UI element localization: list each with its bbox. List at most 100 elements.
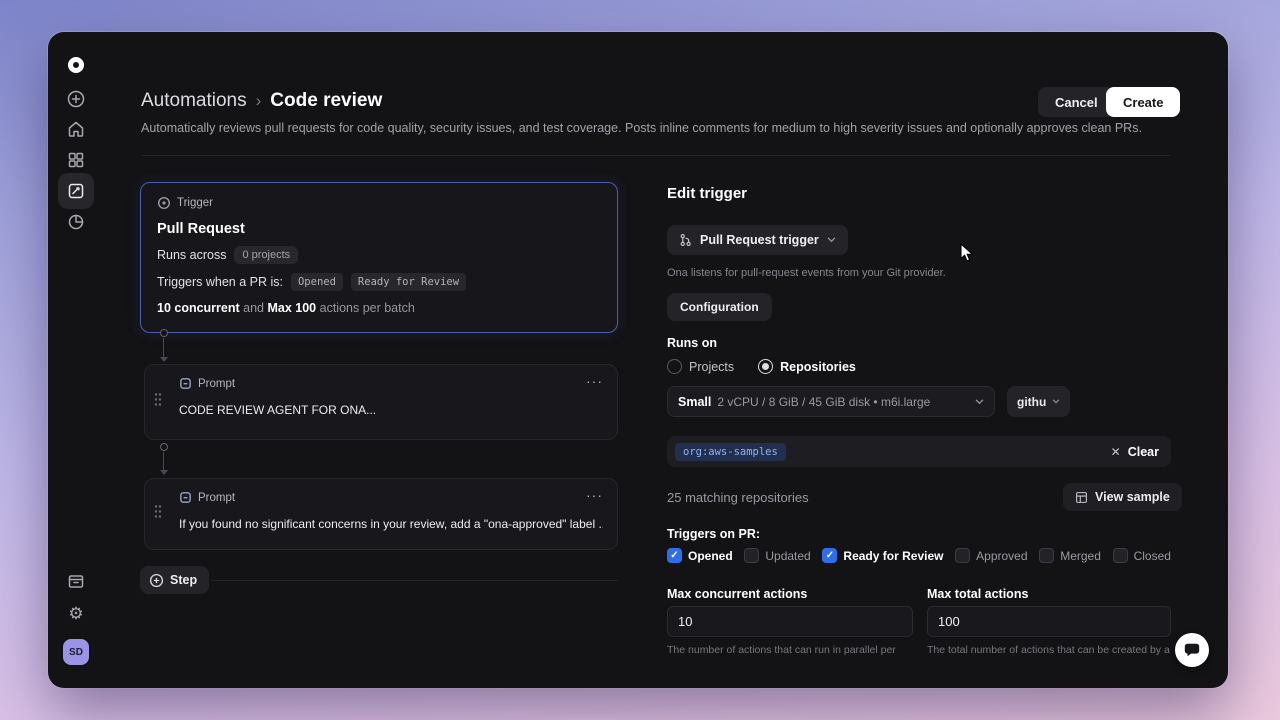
gear-icon: ⚙ bbox=[68, 603, 84, 623]
triggers-when-label: Triggers when a PR is: bbox=[157, 275, 283, 289]
machine-size-label: Small bbox=[678, 394, 712, 409]
app-logo[interactable] bbox=[65, 54, 87, 76]
breadcrumb: Automations › Code review bbox=[141, 90, 382, 112]
sidebar-item-automations[interactable] bbox=[65, 180, 87, 202]
repo-filter-chip[interactable]: org:aws-samples bbox=[675, 442, 786, 461]
prompt-badge: Prompt bbox=[179, 491, 603, 504]
prompt-card-1[interactable]: Prompt ··· CODE REVIEW AGENT FOR ONA... bbox=[144, 364, 618, 440]
drag-handle-icon[interactable] bbox=[154, 393, 162, 412]
max-total-help: The total number of actions that can be … bbox=[927, 644, 1170, 656]
provider-dropdown[interactable]: githu bbox=[1007, 386, 1071, 417]
checkbox-icon bbox=[667, 548, 682, 563]
prompt-badge-label: Prompt bbox=[198, 491, 236, 504]
tab-configuration[interactable]: Configuration bbox=[667, 293, 772, 321]
checkbox-closed[interactable]: Closed bbox=[1112, 548, 1171, 563]
machine-specs: 2 vCPU / 8 GiB / 45 GiB disk • m6i.large bbox=[717, 394, 931, 409]
sidebar-item-projects[interactable] bbox=[65, 149, 87, 171]
machine-size-dropdown[interactable]: Small 2 vCPU / 8 GiB / 45 GiB disk • m6i… bbox=[667, 386, 995, 417]
box-icon bbox=[68, 575, 84, 588]
prompt-menu-button[interactable]: ··· bbox=[586, 487, 603, 503]
prompt-card-2[interactable]: Prompt ··· If you found no significant c… bbox=[144, 478, 618, 550]
breadcrumb-automations[interactable]: Automations bbox=[141, 90, 247, 112]
checkbox-approved[interactable]: Approved bbox=[955, 548, 1028, 563]
checkbox-opened[interactable]: Opened bbox=[667, 548, 733, 563]
runs-across-label: Runs across bbox=[157, 248, 227, 262]
header-divider bbox=[141, 155, 1171, 156]
user-avatar[interactable]: SD bbox=[63, 639, 89, 665]
plus-circle-icon bbox=[67, 90, 85, 108]
sidebar-item-environments[interactable] bbox=[65, 570, 87, 592]
add-step-label: Step bbox=[170, 573, 198, 587]
pie-chart-icon bbox=[68, 214, 84, 230]
checkbox-icon bbox=[1039, 548, 1055, 563]
max-total-label: Max total actions bbox=[927, 587, 1029, 601]
trigger-type-dropdown[interactable]: Pull Request trigger bbox=[667, 225, 848, 255]
checkbox-ready-for-review[interactable]: Ready for Review bbox=[822, 548, 943, 563]
connector-node bbox=[160, 329, 168, 337]
projects-count-badge: 0 projects bbox=[234, 246, 299, 264]
connector-arrow-icon bbox=[160, 470, 168, 475]
chevron-down-icon bbox=[1053, 399, 1060, 404]
chevron-down-icon bbox=[975, 398, 984, 404]
max-concurrent-help: The number of actions that can run in pa… bbox=[667, 644, 896, 656]
matching-repos-count: 25 matching repositories bbox=[667, 490, 809, 505]
checkbox-icon bbox=[822, 548, 838, 563]
add-step-button[interactable]: Step bbox=[140, 566, 210, 594]
trigger-caption: Ona listens for pull-request events from… bbox=[667, 267, 946, 279]
sidebar-item-settings[interactable]: ⚙ bbox=[65, 602, 87, 624]
radio-repositories[interactable]: Repositories bbox=[758, 359, 856, 374]
max-total-input[interactable] bbox=[927, 606, 1171, 637]
radio-icon bbox=[667, 359, 682, 374]
max-concurrent-input[interactable] bbox=[667, 606, 913, 637]
grid-icon bbox=[68, 152, 84, 168]
app-window: ⚙ SD Automations › Code review Automatic… bbox=[48, 32, 1228, 688]
prompt-icon bbox=[180, 492, 191, 503]
clear-label: Clear bbox=[1127, 444, 1159, 459]
sidebar-item-new[interactable] bbox=[65, 88, 87, 110]
support-chat-button[interactable] bbox=[1175, 633, 1209, 667]
home-icon bbox=[68, 121, 84, 137]
view-sample-button[interactable]: View sample bbox=[1063, 483, 1182, 511]
status-badge-ready: Ready for Review bbox=[350, 273, 467, 291]
checkbox-icon bbox=[955, 548, 971, 563]
cancel-button[interactable]: Cancel bbox=[1038, 87, 1115, 117]
sidebar-item-usage[interactable] bbox=[65, 211, 87, 233]
prompt-text: CODE REVIEW AGENT FOR ONA... bbox=[179, 403, 377, 417]
chevron-down-icon bbox=[827, 237, 836, 243]
breadcrumb-separator: › bbox=[255, 91, 262, 110]
repository-filter-box: org:aws-samples ✕ Clear bbox=[667, 436, 1171, 467]
trigger-icon bbox=[157, 196, 171, 210]
radio-projects[interactable]: Projects bbox=[667, 359, 734, 374]
checkbox-icon bbox=[1112, 548, 1128, 563]
trigger-card[interactable]: Trigger Pull Request Runs across 0 proje… bbox=[140, 182, 618, 333]
runs-on-label: Runs on bbox=[667, 336, 717, 350]
prompt-text: If you found no significant concerns in … bbox=[179, 517, 603, 531]
prompt-badge-label: Prompt bbox=[198, 377, 236, 390]
runs-on-radio-group: Projects Repositories bbox=[667, 359, 856, 374]
step-divider bbox=[211, 580, 618, 581]
plus-circle-icon bbox=[149, 573, 164, 587]
sidebar-item-home[interactable] bbox=[65, 118, 87, 140]
connector-line bbox=[163, 452, 164, 470]
prompt-menu-button[interactable]: ··· bbox=[586, 373, 603, 389]
logo-icon bbox=[68, 57, 84, 73]
status-badge-opened: Opened bbox=[290, 273, 343, 291]
pull-request-icon bbox=[680, 233, 691, 247]
connector-line bbox=[163, 338, 164, 357]
trigger-badge: Trigger bbox=[157, 196, 601, 210]
checkbox-icon bbox=[744, 548, 760, 563]
create-button[interactable]: Create bbox=[1106, 87, 1181, 117]
edit-trigger-title: Edit trigger bbox=[667, 185, 748, 202]
trigger-badge-label: Trigger bbox=[177, 197, 213, 209]
triggers-on-pr-label: Triggers on PR: bbox=[667, 527, 761, 541]
view-sample-label: View sample bbox=[1095, 490, 1170, 504]
table-icon bbox=[1076, 491, 1087, 503]
trigger-type-label: Pull Request trigger bbox=[700, 233, 819, 247]
pr-event-checkbox-group: Opened Updated Ready for Review Approved… bbox=[667, 548, 1171, 563]
drag-handle-icon[interactable] bbox=[154, 505, 162, 524]
page-title: Code review bbox=[270, 90, 383, 111]
automation-description: Automatically reviews pull requests for … bbox=[141, 121, 1142, 135]
clear-filter-button[interactable]: ✕ Clear bbox=[1111, 445, 1159, 459]
checkbox-updated[interactable]: Updated bbox=[744, 548, 811, 563]
checkbox-merged[interactable]: Merged bbox=[1039, 548, 1101, 563]
